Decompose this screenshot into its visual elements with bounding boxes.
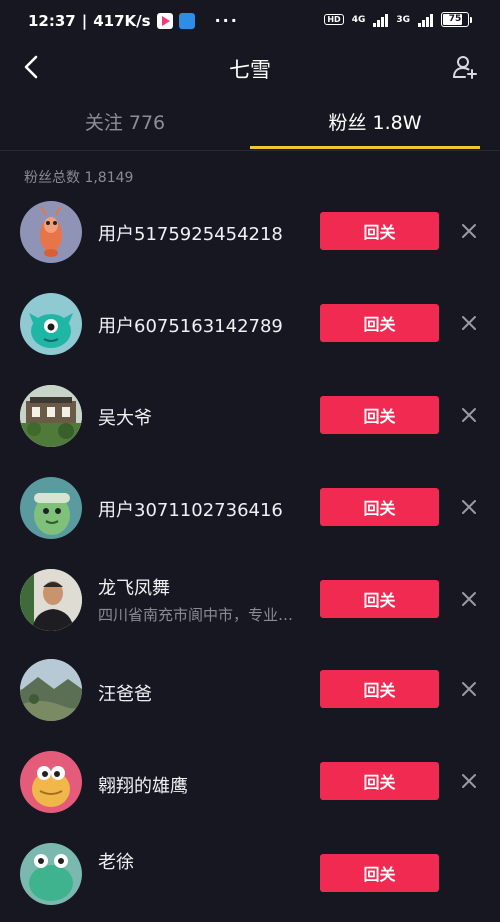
follower-name[interactable]: 汪爸爸 [98,680,152,706]
man-photo-avatar[interactable] [20,569,82,631]
follower-row[interactable]: 老徐 回关 [0,830,500,922]
tab-active-indicator [250,146,480,149]
follower-name[interactable]: 用户5175925454218 [98,220,283,246]
remove-button[interactable] [456,768,482,794]
shrimp-avatar[interactable] [20,201,82,263]
green-monster-avatar[interactable] [20,293,82,355]
signal-label-2: 3G [396,14,410,25]
network-speed: 417K/s [93,11,151,30]
follower-row[interactable]: 用户3071102736416 回关 [0,462,500,554]
remove-button[interactable] [456,676,482,702]
follower-name[interactable]: 老徐 [98,848,134,874]
signal-icon-2 [418,13,433,27]
follower-row[interactable]: 龙飞凤舞 四川省南充市阆中市，专业… 回关 [0,554,500,646]
close-icon [462,500,476,514]
signal-label-1: 4G [351,14,366,25]
remove-button[interactable] [456,586,482,612]
follow-back-button[interactable]: 回关 [320,488,439,526]
header: 七雪 [0,44,500,90]
status-time: 12:37 [28,11,76,30]
landscape-photo-avatar[interactable] [20,659,82,721]
battery-icon: 75 [441,12,472,27]
building-photo-avatar[interactable] [20,385,82,447]
remove-button[interactable] [456,402,482,428]
follow-back-button[interactable]: 回关 [320,396,439,434]
video-app-icon [156,12,173,29]
signal-icon [373,13,389,27]
yellow-monster-avatar[interactable] [20,751,82,813]
follower-row[interactable]: 用户6075163142789 回关 [0,278,500,370]
close-icon [462,774,476,788]
message-app-icon [178,12,195,29]
more-notifications-icon: ··· [214,11,239,30]
close-icon [462,592,476,606]
hd-icon: HD [324,14,344,25]
status-bar: 12:37 | 417K/s ··· HD 4G 3G 75 [0,0,500,44]
follower-name[interactable]: 翱翔的雄鹰 [98,772,188,798]
follower-name[interactable]: 用户3071102736416 [98,496,283,522]
follower-row[interactable]: 汪爸爸 回关 [0,646,500,738]
follower-location: 四川省南充市阆中市，专业… [98,606,294,624]
remove-button[interactable] [456,310,482,336]
follower-name[interactable]: 龙飞凤舞 [98,574,170,600]
follower-row[interactable]: 用户5175925454218 回关 [0,186,500,278]
follower-row[interactable]: 翱翔的雄鹰 回关 [0,738,500,830]
follow-back-button[interactable]: 回关 [320,212,439,250]
follow-back-button[interactable]: 回关 [320,304,439,342]
follower-name[interactable]: 吴大爷 [98,404,152,430]
follower-row[interactable]: 吴大爷 回关 [0,370,500,462]
battery-level: 75 [448,14,462,24]
follow-back-button[interactable]: 回关 [320,854,439,892]
page-title: 七雪 [229,58,271,82]
close-icon [462,224,476,238]
tab-followers[interactable]: 粉丝 1.8W [250,108,500,135]
close-icon [462,408,476,422]
close-icon [462,682,476,696]
follow-back-button[interactable]: 回关 [320,580,439,618]
add-friend-button[interactable] [448,50,482,84]
follow-back-button[interactable]: 回关 [320,670,439,708]
remove-button[interactable] [456,218,482,244]
tab-following[interactable]: 关注 776 [0,108,250,135]
remove-button[interactable] [456,494,482,520]
green-blob-avatar[interactable] [20,477,82,539]
follower-total: 粉丝总数 1,8149 [24,170,134,186]
tab-bar: 关注 776 粉丝 1.8W [0,96,500,151]
add-user-icon [453,56,477,79]
teal-frog-avatar[interactable] [20,843,82,905]
follower-name[interactable]: 用户6075163142789 [98,312,283,338]
close-icon [462,316,476,330]
follow-back-button[interactable]: 回关 [320,762,439,800]
